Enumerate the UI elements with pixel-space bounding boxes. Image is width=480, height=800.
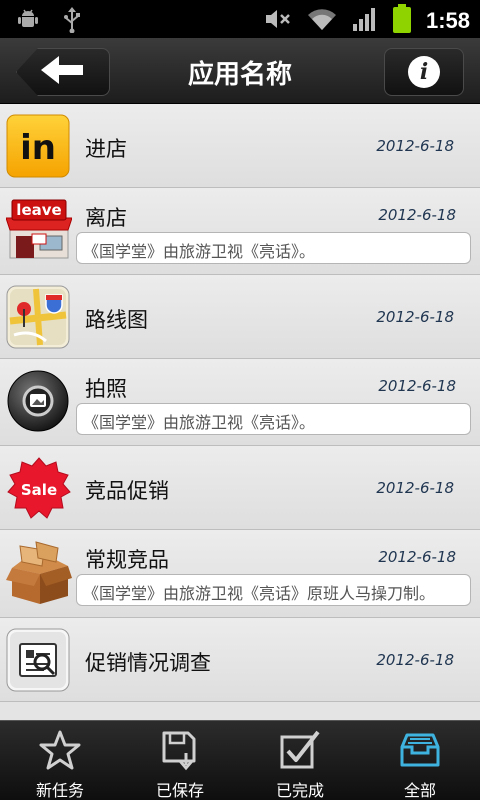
item-name: 促销情况调查 xyxy=(85,651,211,675)
sale-icon: Sale xyxy=(6,456,71,520)
tab-label: 已保存 xyxy=(155,781,204,800)
item-date: 2012-6-18 xyxy=(376,137,454,155)
item-date: 2012-6-18 xyxy=(378,377,456,395)
leave-store-icon-text: leave xyxy=(16,201,61,219)
title-bar: 应用名称 i xyxy=(0,38,480,104)
android-debug-icon xyxy=(16,7,40,37)
tab-label: 已完成 xyxy=(275,781,324,800)
item-name: 拍照 xyxy=(85,377,127,401)
list-item[interactable]: 促销情况调查 2012-6-18 xyxy=(0,618,480,702)
sale-icon-text: Sale xyxy=(21,481,57,499)
enter-store-icon: in xyxy=(6,114,70,178)
item-date: 2012-6-18 xyxy=(378,548,456,566)
star-icon xyxy=(38,729,82,773)
signal-icon xyxy=(352,6,378,36)
camera-icon xyxy=(6,369,70,433)
item-name: 路线图 xyxy=(85,308,148,332)
list-item[interactable]: leave 离店 2012-6-18 《国学堂》由旅游卫视《亮话》。 xyxy=(0,188,480,275)
battery-icon xyxy=(392,4,412,38)
list-item[interactable]: in 进店 2012-6-18 xyxy=(0,104,480,188)
leave-store-icon: leave xyxy=(5,198,73,262)
item-description: 《国学堂》由旅游卫视《亮话》。 xyxy=(76,232,471,264)
info-button[interactable]: i xyxy=(384,48,464,96)
clock: 1:58 xyxy=(425,8,470,33)
item-date: 2012-6-18 xyxy=(376,308,454,326)
item-description: 《国学堂》由旅游卫视《亮话》。 xyxy=(76,403,471,435)
box-icon xyxy=(6,540,72,604)
list-item[interactable]: 路线图 2012-6-18 xyxy=(0,275,480,359)
tab-label: 新任务 xyxy=(35,781,84,800)
item-date: 2012-6-18 xyxy=(378,206,456,224)
list-item[interactable]: 拍照 2012-6-18 《国学堂》由旅游卫视《亮话》。 xyxy=(0,359,480,446)
tab-completed[interactable]: 已完成 xyxy=(240,721,360,800)
item-name: 离店 xyxy=(85,206,127,230)
status-bar: 1:58 xyxy=(0,0,480,38)
tab-all[interactable]: 全部 xyxy=(360,721,480,800)
route-map-icon xyxy=(6,285,70,349)
info-icon: i xyxy=(408,56,440,88)
usb-icon xyxy=(62,7,82,37)
task-list: in 进店 2012-6-18 leave 离店 2012-6-18 《国学堂》… xyxy=(0,104,480,720)
tab-new-tasks[interactable]: 新任务 xyxy=(0,721,120,800)
item-date: 2012-6-18 xyxy=(376,479,454,497)
mute-icon xyxy=(264,7,292,35)
save-icon xyxy=(158,729,202,773)
wifi-icon xyxy=(306,6,338,36)
tab-label: 全部 xyxy=(403,781,436,800)
item-description: 《国学堂》由旅游卫视《亮话》原班人马操刀制。 xyxy=(76,574,471,606)
list-item[interactable]: 常规竞品 2012-6-18 《国学堂》由旅游卫视《亮话》原班人马操刀制。 xyxy=(0,530,480,618)
item-name: 常规竞品 xyxy=(85,548,169,572)
inbox-icon xyxy=(398,729,442,773)
item-name: 进店 xyxy=(85,137,127,161)
enter-store-icon-text: in xyxy=(20,128,56,168)
item-name: 竞品促销 xyxy=(85,479,169,503)
tab-saved[interactable]: 已保存 xyxy=(120,721,240,800)
survey-icon xyxy=(6,628,70,692)
checkbox-icon xyxy=(278,729,322,773)
bottom-tab-bar: 新任务 已保存 已完成 全部 xyxy=(0,720,480,800)
list-item[interactable]: Sale 竞品促销 2012-6-18 xyxy=(0,446,480,530)
item-date: 2012-6-18 xyxy=(376,651,454,669)
